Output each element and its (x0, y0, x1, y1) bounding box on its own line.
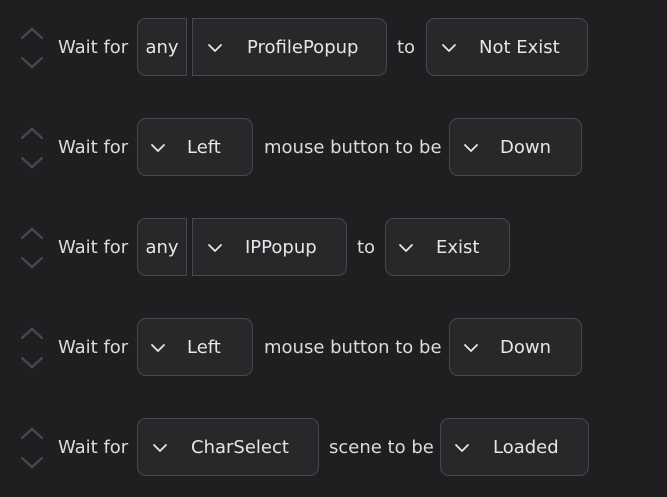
wait-step: Wait for Left mouse button to be Down (0, 318, 667, 378)
scene-value: CharSelect (191, 437, 289, 458)
reorder-controls (18, 424, 46, 472)
wait-for-label: Wait for (58, 437, 129, 458)
chevron-up-icon (20, 427, 44, 440)
chevron-down-icon (20, 256, 44, 269)
scope-dropdown[interactable]: any (137, 218, 187, 276)
wait-step: Wait for CharSelect scene to be Loaded (0, 418, 667, 478)
reorder-controls (18, 224, 46, 272)
target-value: IPPopup (245, 237, 317, 258)
mouse-button-value: Left (187, 137, 221, 158)
connector-label: scene to be (329, 437, 434, 458)
state-value: Loaded (493, 437, 559, 458)
move-down-button[interactable] (18, 54, 46, 72)
move-down-button[interactable] (18, 454, 46, 472)
state-dropdown[interactable]: Down (449, 318, 582, 376)
reorder-controls (18, 124, 46, 172)
chevron-down-icon (399, 244, 413, 252)
chevron-down-icon (151, 344, 165, 352)
mouse-button-dropdown[interactable]: Left (137, 118, 253, 176)
move-down-button[interactable] (18, 354, 46, 372)
chevron-up-icon (20, 127, 44, 140)
target-dropdown[interactable]: ProfilePopup (192, 18, 387, 76)
reorder-controls (18, 324, 46, 372)
chevron-down-icon (20, 456, 44, 469)
connector-label: mouse button to be (264, 137, 442, 158)
move-down-button[interactable] (18, 154, 46, 172)
chevron-down-icon (464, 144, 478, 152)
state-value: Down (500, 137, 552, 158)
chevron-down-icon (20, 56, 44, 69)
chevron-down-icon (153, 444, 167, 452)
move-up-button[interactable] (18, 424, 46, 442)
reorder-controls (18, 24, 46, 72)
chevron-down-icon (151, 144, 165, 152)
wait-step: Wait for any IPPopup to Exist (0, 218, 667, 278)
mouse-button-value: Left (187, 337, 221, 358)
wait-step: Wait for any ProfilePopup to Not Exist (0, 18, 667, 78)
scope-dropdown[interactable]: any (137, 18, 187, 76)
chevron-up-icon (20, 27, 44, 40)
wait-for-label: Wait for (58, 137, 129, 158)
chevron-down-icon (20, 156, 44, 169)
move-up-button[interactable] (18, 124, 46, 142)
state-dropdown[interactable]: Loaded (440, 418, 589, 476)
wait-for-label: Wait for (58, 337, 129, 358)
move-up-button[interactable] (18, 24, 46, 42)
state-value: Down (500, 337, 552, 358)
chevron-down-icon (208, 244, 222, 252)
state-dropdown[interactable]: Exist (385, 218, 510, 276)
connector-label: mouse button to be (264, 337, 442, 358)
state-dropdown[interactable]: Down (449, 118, 582, 176)
mouse-button-dropdown[interactable]: Left (137, 318, 253, 376)
wait-step: Wait for Left mouse button to be Down (0, 118, 667, 178)
target-value: ProfilePopup (247, 37, 359, 58)
chevron-down-icon (464, 344, 478, 352)
scope-value: any (145, 37, 179, 58)
state-dropdown[interactable]: Not Exist (426, 18, 588, 76)
chevron-down-icon (20, 356, 44, 369)
chevron-up-icon (20, 227, 44, 240)
scope-value: any (145, 237, 179, 258)
scene-dropdown[interactable]: CharSelect (137, 418, 319, 476)
move-up-button[interactable] (18, 324, 46, 342)
chevron-down-icon (208, 44, 222, 52)
state-value: Exist (436, 237, 480, 258)
state-value: Not Exist (479, 37, 560, 58)
wait-for-label: Wait for (58, 237, 129, 258)
move-up-button[interactable] (18, 224, 46, 242)
chevron-down-icon (455, 444, 469, 452)
connector-label: to (397, 37, 416, 58)
chevron-down-icon (442, 44, 456, 52)
wait-for-label: Wait for (58, 37, 129, 58)
move-down-button[interactable] (18, 254, 46, 272)
chevron-up-icon (20, 327, 44, 340)
connector-label: to (357, 237, 376, 258)
target-dropdown[interactable]: IPPopup (192, 218, 347, 276)
